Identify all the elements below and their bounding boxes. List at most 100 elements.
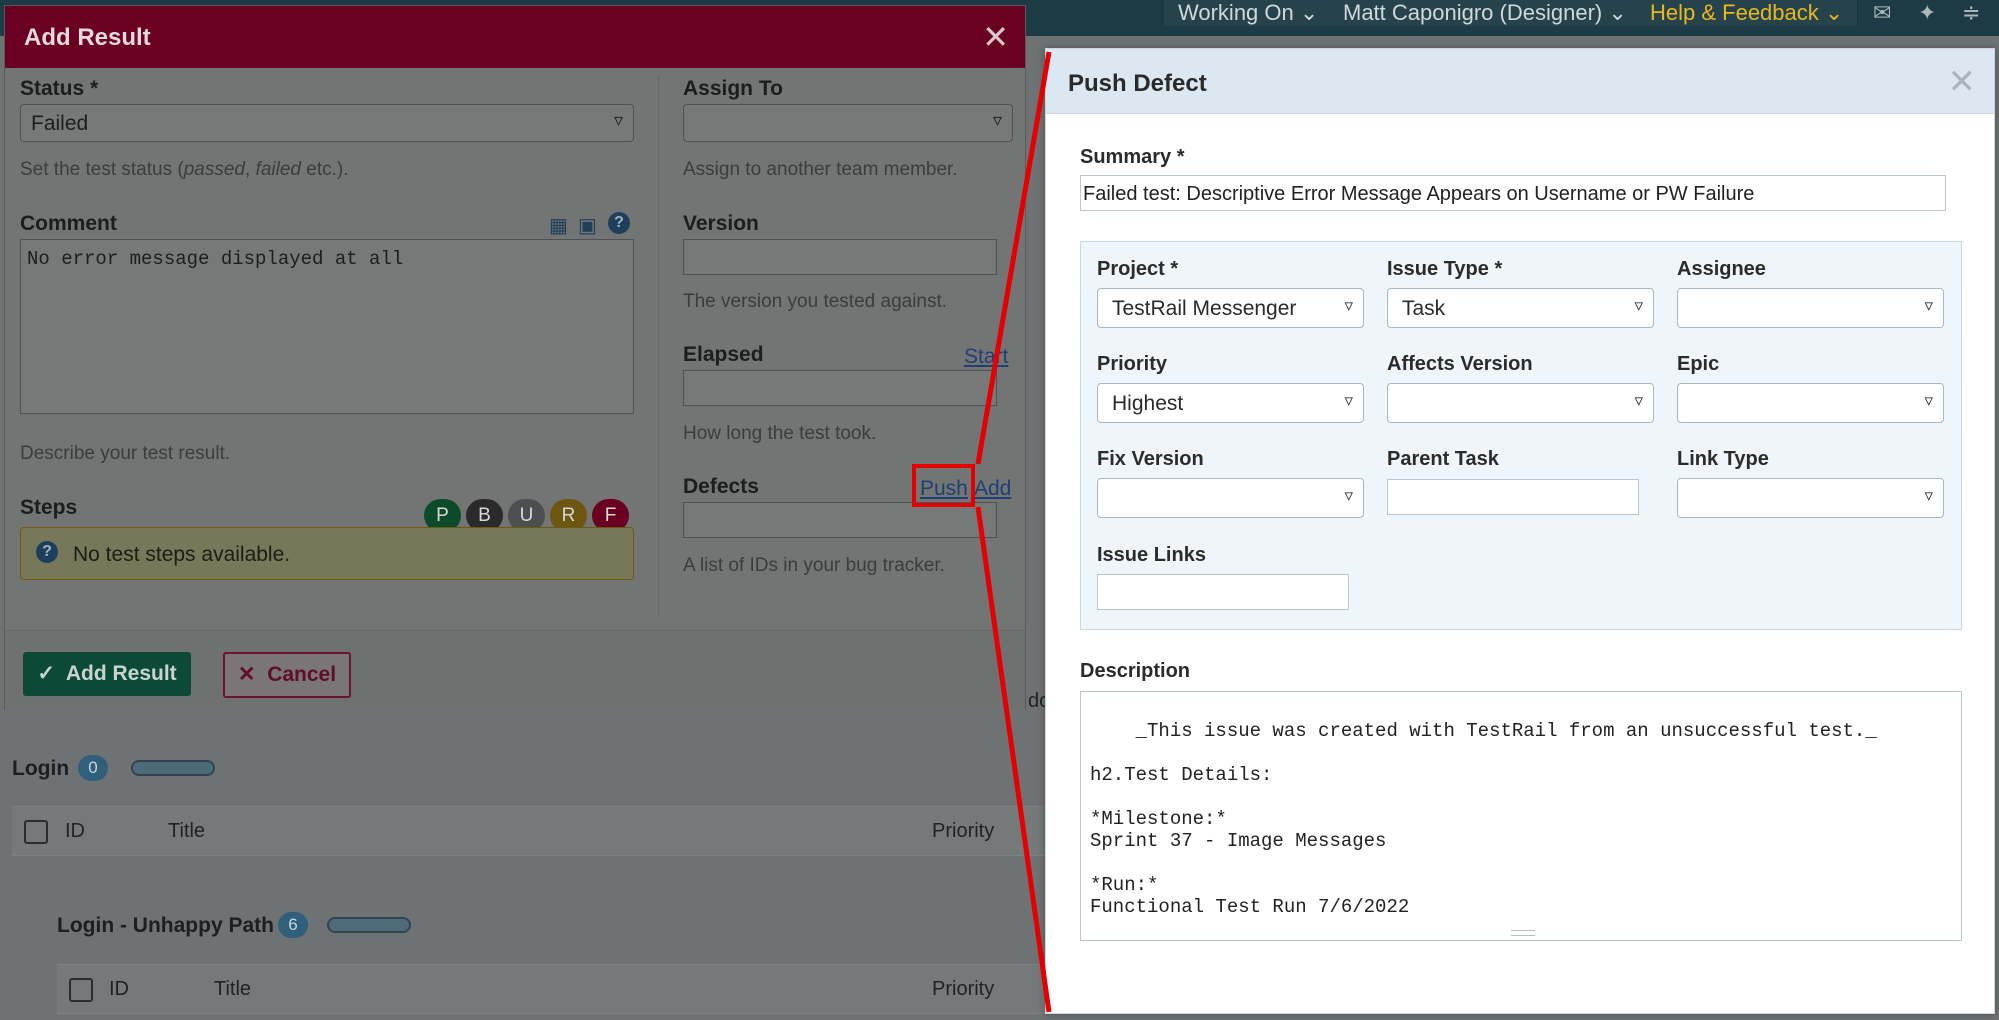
- comment-textarea[interactable]: No error message displayed at all: [20, 239, 634, 414]
- issue-links-input[interactable]: [1097, 574, 1349, 610]
- description-textarea[interactable]: _This issue was created with TestRail fr…: [1080, 691, 1962, 941]
- fix-version-select[interactable]: ▿: [1097, 478, 1364, 518]
- add-result-dialog: Add Result ✕ Status * Failed ▿ Set the t…: [4, 5, 1026, 710]
- column-priority: Priority: [932, 820, 995, 842]
- column-title: Title: [214, 978, 252, 1000]
- section-count-badge: 0: [78, 755, 108, 781]
- section-title-unhappy-path: Login - Unhappy Path: [57, 914, 274, 937]
- help-icon: ?: [36, 541, 58, 563]
- chevron-down-icon: ▿: [992, 110, 1002, 130]
- mail-icon[interactable]: ✉: [1873, 0, 1891, 26]
- assign-to-hint: Assign to another team member.: [683, 159, 958, 180]
- select-all-checkbox[interactable]: [24, 820, 48, 844]
- defects-label: Defects: [683, 475, 759, 498]
- user-menu[interactable]: Matt Caponigro (Designer) ⌄: [1329, 0, 1642, 26]
- dialog-header: Add Result ✕: [5, 6, 1025, 68]
- summary-input[interactable]: Failed test: Descriptive Error Message A…: [1080, 175, 1946, 211]
- working-on-menu[interactable]: Working On ⌄: [1164, 0, 1334, 26]
- check-icon: ✓: [37, 662, 55, 685]
- column-title: Title: [168, 820, 206, 842]
- steps-label: Steps: [20, 496, 78, 519]
- description-label: Description: [1080, 660, 1191, 682]
- affects-version-label: Affects Version: [1387, 353, 1533, 375]
- status-label: Status *: [20, 77, 99, 100]
- dialog-footer: ✓ Add Result ✕ Cancel: [5, 630, 1025, 710]
- select-all-checkbox[interactable]: [69, 978, 93, 1002]
- elapsed-label: Elapsed: [683, 343, 764, 366]
- status-select[interactable]: Failed ▿: [20, 104, 634, 142]
- link-type-label: Link Type: [1677, 448, 1769, 470]
- elapsed-start-link[interactable]: Start: [964, 345, 1008, 369]
- version-input[interactable]: [683, 239, 997, 275]
- close-icon[interactable]: ✕: [982, 18, 1009, 56]
- dialog-title: Push Defect: [1068, 70, 1207, 97]
- section-progress-bar: [327, 917, 411, 933]
- issue-type-select[interactable]: Task ▿: [1387, 288, 1654, 328]
- dialog-header: Push Defect ✕: [1046, 49, 1994, 114]
- chevron-down-icon: ▿: [1634, 296, 1643, 315]
- project-label: Project *: [1097, 258, 1179, 280]
- project-select[interactable]: TestRail Messenger ▿: [1097, 288, 1364, 328]
- column-id: ID: [65, 820, 85, 842]
- link-type-select[interactable]: ▿: [1677, 478, 1944, 518]
- table-header: ID Title Priority: [12, 806, 1045, 856]
- close-icon[interactable]: ✕: [1948, 62, 1977, 102]
- chevron-down-icon: ▿: [1924, 486, 1933, 505]
- chevron-down-icon: ▿: [1924, 296, 1933, 315]
- push-defect-dialog: Push Defect ✕ Summary * Failed test: Des…: [1045, 48, 1995, 1014]
- fix-version-label: Fix Version: [1097, 448, 1204, 470]
- issue-links-label: Issue Links: [1097, 544, 1206, 566]
- section-title-login: Login: [12, 757, 70, 780]
- table-icon[interactable]: ▦: [549, 213, 568, 238]
- chevron-down-icon: ▿: [1344, 296, 1353, 315]
- twitter-icon[interactable]: ✦: [1918, 0, 1936, 26]
- no-steps-notice: ? No test steps available.: [20, 527, 634, 580]
- priority-value: Highest: [1112, 392, 1184, 415]
- epic-label: Epic: [1677, 353, 1720, 375]
- project-value: TestRail Messenger: [1112, 297, 1297, 320]
- resize-handle-icon[interactable]: [1511, 930, 1535, 936]
- issue-fields-panel: Project * TestRail Messenger ▿ Issue Typ…: [1080, 241, 1962, 630]
- section-count-badge: 6: [278, 912, 308, 938]
- version-hint: The version you tested against.: [683, 291, 948, 312]
- elapsed-hint: How long the test took.: [683, 423, 877, 444]
- no-steps-text: No test steps available.: [73, 543, 291, 566]
- affects-version-select[interactable]: ▿: [1387, 383, 1654, 423]
- rss-icon[interactable]: ≑: [1962, 0, 1980, 26]
- column-divider: [658, 76, 659, 616]
- parent-task-label: Parent Task: [1387, 448, 1499, 470]
- chevron-down-icon: ▿: [613, 110, 623, 130]
- column-id: ID: [109, 978, 129, 1000]
- assignee-select[interactable]: ▿: [1677, 288, 1944, 328]
- epic-select[interactable]: ▿: [1677, 383, 1944, 423]
- description-text: _This issue was created with TestRail fr…: [1090, 720, 1877, 918]
- close-icon: ✕: [237, 663, 256, 686]
- parent-task-input[interactable]: [1387, 479, 1639, 515]
- chevron-down-icon: ⌄: [1824, 0, 1844, 25]
- issue-type-value: Task: [1402, 297, 1446, 320]
- assignee-label: Assignee: [1677, 258, 1766, 280]
- chevron-down-icon: ⌄: [1299, 0, 1319, 25]
- image-icon[interactable]: ▣: [578, 213, 597, 238]
- chevron-down-icon: ⌄: [1608, 0, 1627, 25]
- help-icon[interactable]: ?: [608, 212, 630, 234]
- priority-label: Priority: [1097, 353, 1168, 375]
- help-feedback-label: Help & Feedback: [1650, 0, 1819, 25]
- assign-to-label: Assign To: [683, 77, 783, 100]
- working-on-label: Working On: [1178, 0, 1294, 25]
- section-progress-bar: [131, 760, 215, 776]
- cancel-button-label: Cancel: [267, 663, 337, 686]
- chevron-down-icon: ▿: [1634, 391, 1643, 410]
- help-feedback-menu[interactable]: Help & Feedback ⌄: [1636, 0, 1859, 26]
- chevron-down-icon: ▿: [1344, 486, 1353, 505]
- add-result-button[interactable]: ✓ Add Result: [23, 652, 191, 696]
- assign-to-select[interactable]: ▿: [683, 104, 1013, 142]
- elapsed-input[interactable]: [683, 370, 997, 406]
- chevron-down-icon: ▿: [1344, 391, 1353, 410]
- priority-select[interactable]: Highest ▿: [1097, 383, 1364, 423]
- defects-input[interactable]: [683, 502, 997, 538]
- defects-add-link[interactable]: Add: [974, 477, 1011, 501]
- add-result-button-label: Add Result: [65, 662, 177, 685]
- push-link-highlight: [912, 464, 975, 507]
- cancel-button[interactable]: ✕ Cancel: [223, 652, 351, 698]
